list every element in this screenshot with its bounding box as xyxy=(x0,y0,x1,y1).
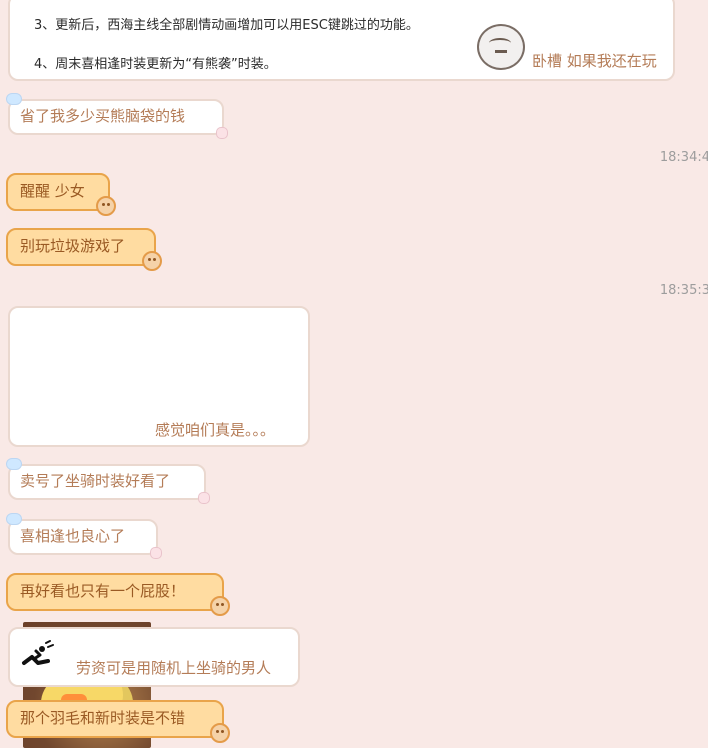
message-bubble: 那个羽毛和新时装是不错 xyxy=(6,700,224,738)
shiba-face-icon xyxy=(96,196,116,216)
timestamp: 18:34:4 xyxy=(659,150,708,165)
image-caption: 感觉咱们真是。。。 xyxy=(155,421,276,439)
image-message: 叽带 感觉咱们真是。。。 xyxy=(8,306,310,748)
message-text: 省了我多少买熊脑袋的钱 xyxy=(20,107,186,125)
shiba-face-icon xyxy=(210,596,230,616)
message-text: 喜相逢也良心了 xyxy=(20,527,126,545)
message-bubble: 醒醒 少女 xyxy=(6,173,110,211)
message-bubble: 卖号了坐骑时装好看了 xyxy=(6,458,210,504)
meme-face-icon xyxy=(477,24,525,70)
shiba-face-icon xyxy=(142,251,162,271)
message-text: 卖号了坐骑时装好看了 xyxy=(20,472,171,490)
notice-caption: 卧槽 如果我还在玩 xyxy=(532,52,657,70)
notice-line-4: 4、周末喜相逢时装更新为“有熊袭”时装。 xyxy=(34,57,277,72)
sticker-caption: 劳资可是用随机上坐骑的男人 xyxy=(76,659,272,677)
sticker-message: 劳资可是用随机上坐骑的男人 xyxy=(8,627,300,687)
timestamp: 18:35:3 xyxy=(659,283,708,298)
shiba-face-icon xyxy=(210,723,230,743)
message-text: 那个羽毛和新时装是不错 xyxy=(20,709,186,727)
message-bubble: 别玩垃圾游戏了 xyxy=(6,228,156,266)
message-bubble: 再好看也只有一个屁股！ xyxy=(6,573,224,611)
chat-history[interactable]: 3、更新后，西海主线全部剧情动画增加可以用ESC键跳过的功能。 4、周末喜相逢时… xyxy=(0,0,708,748)
message-text: 醒醒 少女 xyxy=(20,182,85,200)
notice-line-3: 3、更新后，西海主线全部剧情动画增加可以用ESC键跳过的功能。 xyxy=(34,18,419,33)
kick-sticker-icon xyxy=(20,639,56,675)
notice-panel: 3、更新后，西海主线全部剧情动画增加可以用ESC键跳过的功能。 4、周末喜相逢时… xyxy=(8,0,675,81)
message-text: 再好看也只有一个屁股！ xyxy=(20,582,186,600)
message-bubble: 省了我多少买熊脑袋的钱 xyxy=(6,93,228,139)
message-bubble: 喜相逢也良心了 xyxy=(6,513,162,559)
message-text: 别玩垃圾游戏了 xyxy=(20,237,126,255)
